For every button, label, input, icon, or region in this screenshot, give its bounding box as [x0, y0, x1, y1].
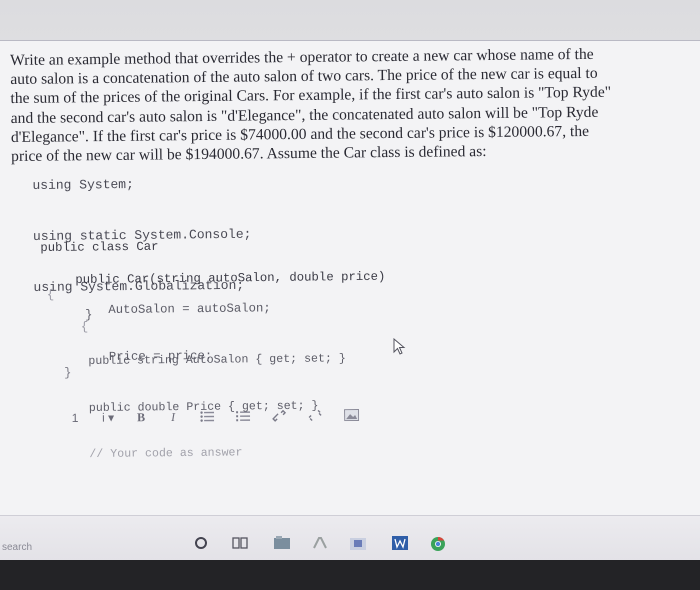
- bullet-list-button[interactable]: [200, 410, 215, 422]
- code-line: using System;: [32, 176, 134, 193]
- info-dropdown-button[interactable]: i ▾: [102, 411, 114, 425]
- paragraph-style-button[interactable]: 1: [70, 411, 80, 425]
- unlink-button[interactable]: [308, 409, 322, 421]
- class-close-brace: }: [64, 365, 72, 380]
- image-icon: [344, 408, 360, 422]
- store-icon[interactable]: [350, 536, 366, 550]
- mouse-cursor-icon: [393, 338, 406, 355]
- task-view-icon[interactable]: [232, 536, 248, 550]
- taskbar: search: [0, 515, 700, 561]
- constructor-close-brace: }: [85, 307, 93, 322]
- code-comment: // Your code as answer: [89, 446, 243, 461]
- code-line: AutoSalon = autoSalon;: [108, 301, 271, 317]
- screen: Write an example method that overrides t…: [0, 0, 700, 561]
- word-icon[interactable]: [392, 536, 408, 550]
- insert-image-button[interactable]: [344, 408, 360, 422]
- unlink-icon: [308, 409, 322, 421]
- bold-button[interactable]: B: [136, 410, 146, 425]
- chevron-down-icon: ▾: [104, 410, 115, 425]
- link-button[interactable]: [272, 409, 287, 422]
- taskbar-search-label[interactable]: search: [2, 542, 32, 553]
- screen-bezel: [0, 560, 700, 590]
- italic-button[interactable]: I: [168, 409, 178, 424]
- file-explorer-icon[interactable]: [274, 536, 290, 550]
- bullet-list-icon: [200, 411, 215, 422]
- cortana-icon[interactable]: [194, 536, 208, 550]
- code-line: public string AutoSalon { get; set; }: [88, 352, 346, 368]
- numbered-list-button[interactable]: [236, 410, 251, 422]
- numbered-list-icon: [236, 411, 251, 422]
- editor-toolbar: 1 i ▾ B I: [70, 405, 381, 428]
- app-icon[interactable]: [312, 536, 328, 550]
- link-icon: [272, 409, 287, 422]
- chrome-icon[interactable]: [430, 536, 446, 552]
